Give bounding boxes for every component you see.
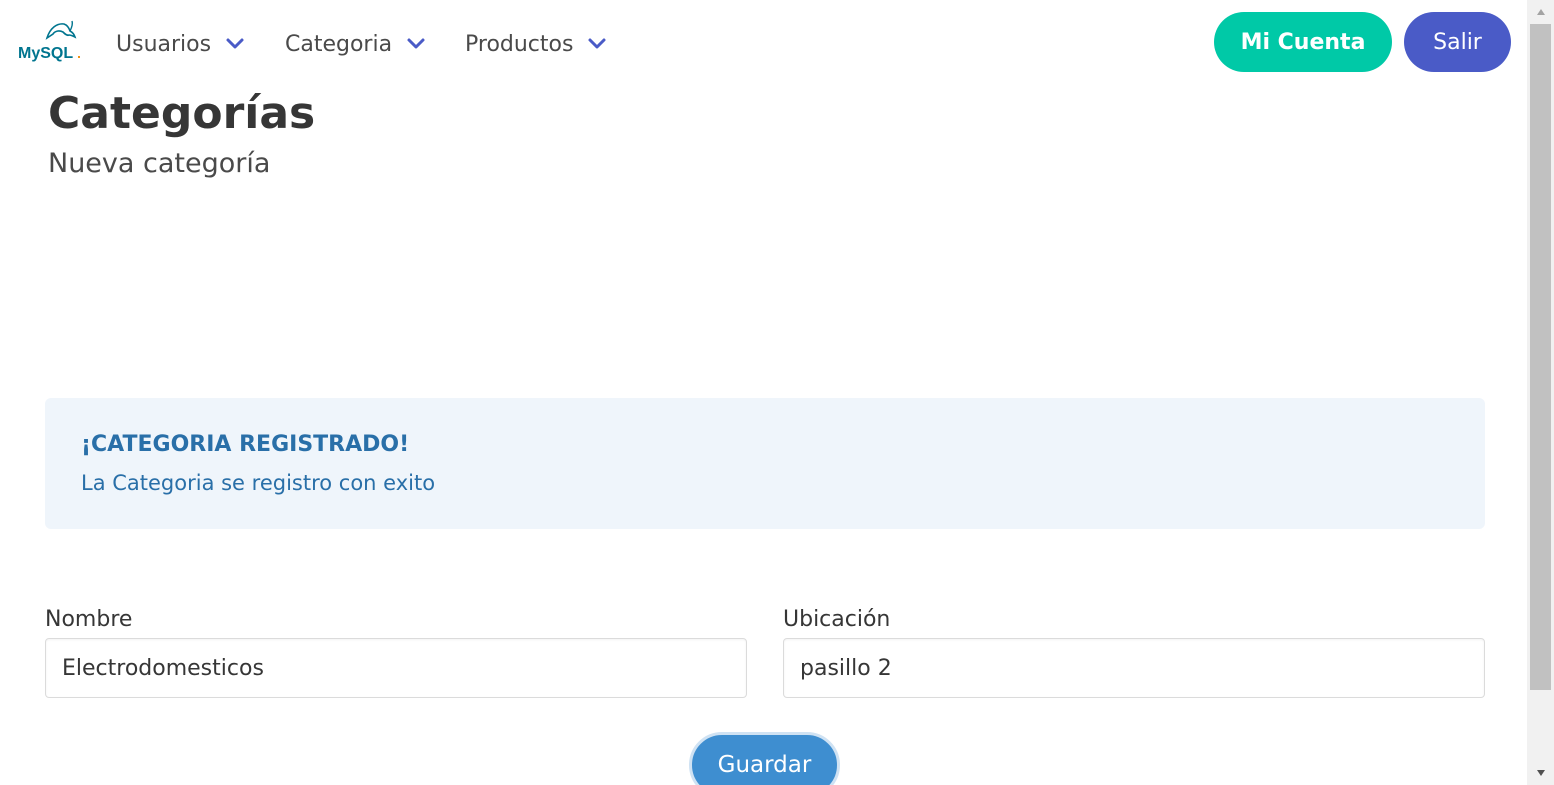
chevron-down-icon xyxy=(407,38,425,49)
chevron-down-icon xyxy=(226,38,244,49)
chevron-down-icon xyxy=(588,38,606,49)
scrollbar-thumb[interactable] xyxy=(1530,24,1551,690)
logout-button[interactable]: Salir xyxy=(1404,12,1511,72)
scroll-down-arrow-icon[interactable] xyxy=(1527,763,1554,783)
page-subtitle: Nueva categoría xyxy=(48,148,271,179)
notification-title: ¡CATEGORIA REGISTRADO! xyxy=(81,432,410,457)
ubicacion-label: Ubicación xyxy=(783,607,891,632)
nav-item-label: Categoria xyxy=(285,31,393,57)
save-button[interactable]: Guardar xyxy=(689,732,840,785)
vertical-scrollbar[interactable] xyxy=(1527,0,1554,785)
navbar: MySQL Usuarios Categoria Productos Mi Cu… xyxy=(0,0,1527,88)
page-title: Categorías xyxy=(48,88,316,139)
nav-item-categoria[interactable]: Categoria xyxy=(285,28,426,60)
my-account-button[interactable]: Mi Cuenta xyxy=(1214,12,1392,72)
nombre-label: Nombre xyxy=(45,607,133,632)
mysql-logo[interactable]: MySQL xyxy=(17,18,81,64)
nav-item-productos[interactable]: Productos xyxy=(465,28,607,60)
scroll-up-arrow-icon[interactable] xyxy=(1527,2,1554,22)
nombre-input[interactable] xyxy=(45,638,747,698)
nav-item-usuarios[interactable]: Usuarios xyxy=(116,28,245,60)
logo-text: MySQL xyxy=(18,45,73,62)
nav-item-label: Usuarios xyxy=(116,31,212,57)
page: MySQL Usuarios Categoria Productos Mi Cu… xyxy=(0,0,1554,785)
ubicacion-input[interactable] xyxy=(783,638,1485,698)
success-notification: ¡CATEGORIA REGISTRADO! La Categoria se r… xyxy=(45,398,1485,529)
nav-item-label: Productos xyxy=(465,31,574,57)
notification-message: La Categoria se registro con exito xyxy=(81,471,436,495)
